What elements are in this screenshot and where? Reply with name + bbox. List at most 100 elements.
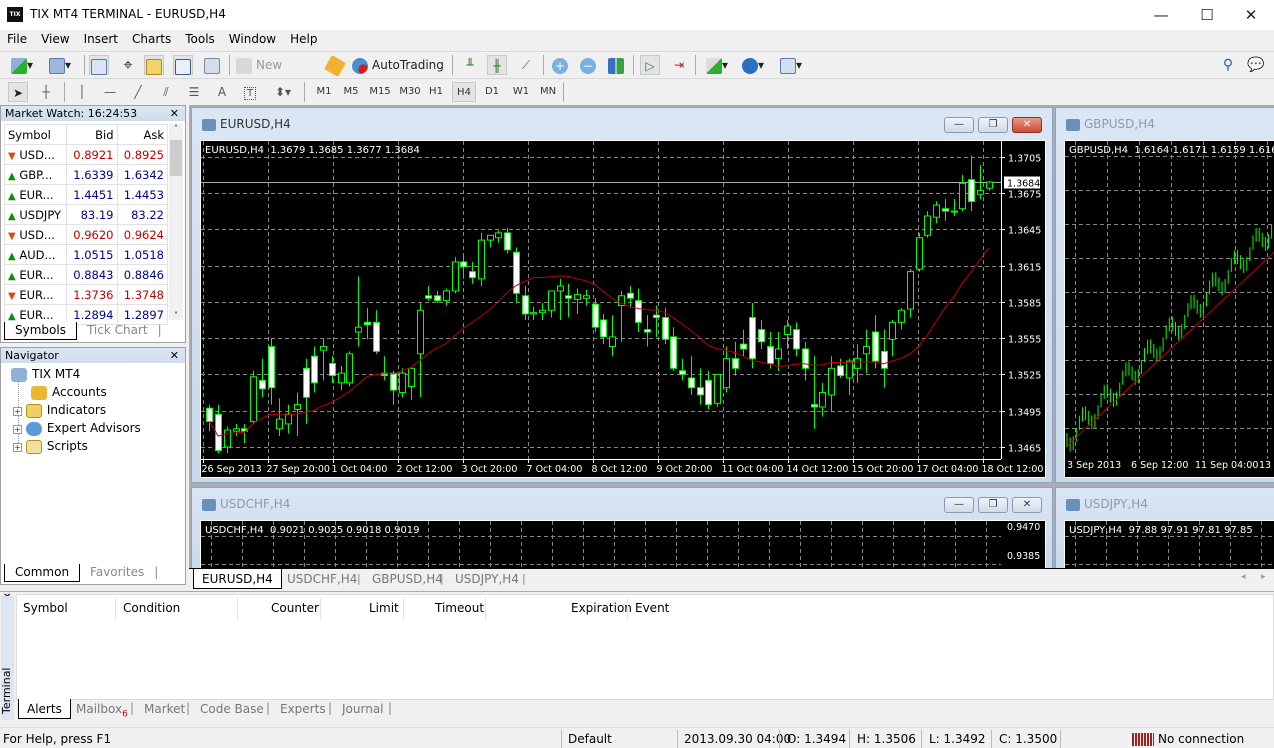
column-timeout[interactable]: Timeout: [435, 598, 484, 618]
column-symbol[interactable]: Symbol: [23, 598, 68, 618]
symbol-cell[interactable]: ▼ USD...: [4, 144, 67, 165]
zoom-in-button[interactable]: +: [550, 55, 570, 75]
expand-icon[interactable]: +: [13, 407, 22, 416]
chat-button[interactable]: 💬: [1246, 55, 1266, 75]
chart-shift-button[interactable]: ⇥: [669, 55, 689, 75]
trendline-tool[interactable]: ╱: [128, 82, 148, 102]
column-symbol[interactable]: Symbol: [4, 124, 67, 145]
horizontal-line-tool[interactable]: —: [100, 82, 120, 102]
market-watch-row[interactable]: ▲ EUR... 0.8843 0.8846: [4, 264, 168, 285]
tile-windows-button[interactable]: [606, 55, 626, 75]
timeframe-h4[interactable]: H4: [452, 82, 476, 102]
scroll-thumb[interactable]: [170, 140, 182, 176]
zoom-out-button[interactable]: −: [578, 55, 598, 75]
market-watch-row[interactable]: ▲ GBP... 1.6339 1.6342: [4, 164, 168, 185]
menu-charts[interactable]: Charts: [125, 30, 178, 50]
chart-tab-usdchf[interactable]: USDCHF,H4: [279, 569, 365, 589]
symbol-cell[interactable]: ▲ AUD...: [4, 244, 67, 265]
expand-icon[interactable]: +: [13, 443, 22, 452]
text-tool[interactable]: A: [212, 82, 232, 102]
column-counter[interactable]: Counter: [271, 598, 319, 618]
chart-restore-button[interactable]: ❐: [978, 497, 1008, 513]
menu-view[interactable]: View: [34, 30, 76, 50]
close-button[interactable]: ✕: [1228, 0, 1274, 30]
scroll-down-icon[interactable]: ˅: [169, 311, 183, 320]
maximize-button[interactable]: ☐: [1184, 0, 1230, 30]
chart-tab-gbpusd[interactable]: GBPUSD,H4: [364, 569, 451, 589]
terminal-tab-journal[interactable]: Journal: [334, 699, 392, 719]
new-chart-button[interactable]: ▾: [8, 55, 36, 75]
market-watch-scrollbar[interactable]: ˄ ˅: [169, 124, 183, 320]
timeframe-mn[interactable]: MN: [536, 82, 560, 102]
chart-close-button[interactable]: ✕: [1012, 497, 1042, 513]
terminal-tab-experts[interactable]: Experts: [272, 699, 334, 719]
tab-scroll-right-icon[interactable]: ▸: [1261, 572, 1266, 582]
indicators-button[interactable]: ▾: [703, 55, 731, 75]
timeframe-m1[interactable]: M1: [312, 82, 336, 102]
tab-scroll-left-icon[interactable]: ◂: [1241, 572, 1246, 582]
new-order-button[interactable]: New Order: [236, 55, 320, 92]
nav-item-indicators[interactable]: + Indicators: [13, 401, 106, 419]
metaeditor-button[interactable]: [324, 54, 346, 77]
periods-button[interactable]: ▾: [738, 55, 768, 75]
tab-tick-chart[interactable]: Tick Chart: [77, 322, 158, 340]
timeframe-m5[interactable]: M5: [339, 82, 363, 102]
menu-help[interactable]: Help: [283, 30, 324, 50]
symbol-cell[interactable]: ▲ EUR...: [4, 264, 67, 285]
text-label-tool[interactable]: T: [240, 82, 260, 102]
timeframe-d1[interactable]: D1: [481, 82, 503, 102]
expand-icon[interactable]: +: [13, 425, 22, 434]
market-watch-row[interactable]: ▼ EUR... 1.3736 1.3748: [4, 284, 168, 305]
chart-minimize-button[interactable]: —: [944, 497, 974, 513]
tab-common[interactable]: Common: [4, 564, 81, 582]
tab-favorites[interactable]: Favorites: [80, 564, 154, 582]
terminal-tab-mailbox[interactable]: Mailbox6: [68, 699, 136, 719]
timeframe-m30[interactable]: M30: [396, 82, 424, 102]
symbol-cell[interactable]: ▼ USD...: [4, 224, 67, 245]
nav-item-scripts[interactable]: + Scripts: [13, 437, 88, 455]
equidistant-channel-tool[interactable]: ⫽: [156, 82, 176, 102]
timeframe-w1[interactable]: W1: [509, 82, 533, 102]
symbol-cell[interactable]: ▲ GBP...: [4, 164, 67, 185]
line-chart-button[interactable]: ⟋: [516, 55, 536, 75]
symbol-cell[interactable]: ▼ EUR...: [4, 284, 67, 305]
market-watch-button[interactable]: [89, 55, 109, 75]
chart-window-usdchf[interactable]: USDCHF,H4 — ❐ ✕ USDCHF,H4 0.9021 0.9025 …: [191, 487, 1053, 580]
chart-close-button[interactable]: ✕: [1012, 117, 1042, 133]
crosshair-tool[interactable]: ┼: [36, 82, 56, 102]
terminal-tab-code-base[interactable]: Code Base: [192, 699, 272, 719]
profiles-button[interactable]: ▾: [46, 55, 74, 75]
eurusd-chart[interactable]: 26 Sep 2013 27 Sep 20:00 1 Oct 04:00 2 Oct …: [200, 140, 1046, 478]
scroll-up-icon[interactable]: ˄: [169, 124, 183, 133]
chart-tab-eurusd[interactable]: EURUSD,H4: [193, 569, 282, 589]
column-ask[interactable]: Ask: [116, 124, 168, 145]
close-icon[interactable]: ✕: [170, 348, 179, 363]
vertical-line-tool[interactable]: │: [72, 82, 92, 102]
nav-root[interactable]: TIX MT4: [11, 365, 80, 383]
cursor-tool[interactable]: ➤: [8, 82, 28, 102]
chart-restore-button[interactable]: ❐: [978, 117, 1008, 133]
status-connection[interactable]: No connection: [1158, 731, 1244, 748]
nav-item-expert-advisors[interactable]: + Expert Advisors: [13, 419, 141, 437]
market-watch-row[interactable]: ▲ USDJPY 83.19 83.22: [4, 204, 168, 225]
arrows-tool[interactable]: ⬍▾: [268, 82, 298, 102]
timeframe-h1[interactable]: H1: [425, 82, 447, 102]
column-limit[interactable]: Limit: [369, 598, 399, 618]
terminal-tab-market[interactable]: Market: [136, 699, 193, 719]
menu-insert[interactable]: Insert: [77, 30, 125, 50]
eurusd-candlestick-chart[interactable]: 26 Sep 2013 27 Sep 20:00 1 Oct 04:00 2 Oct …: [201, 141, 1045, 477]
autotrading-button[interactable]: AutoTrading: [352, 55, 444, 75]
column-bid[interactable]: Bid: [66, 124, 118, 145]
market-watch-row[interactable]: ▲ AUD... 1.0515 1.0518: [4, 244, 168, 265]
chart-window-eurusd[interactable]: EURUSD,H4 — ❐ ✕ 26 Sep 2013 27 Sep 20:00 1…: [191, 107, 1053, 483]
chart-tab-usdjpy[interactable]: USDJPY,H4: [447, 569, 527, 589]
menu-tools[interactable]: Tools: [178, 30, 222, 50]
chart-minimize-button[interactable]: —: [944, 117, 974, 133]
chart-window-gbpusd[interactable]: GBPUSD,H4 GBPUSD,H4 1.6164 1.6171 1.6159…: [1055, 107, 1274, 483]
timeframe-m15[interactable]: M15: [366, 82, 394, 102]
market-watch-row[interactable]: ▼ USD... 0.9620 0.9624: [4, 224, 168, 245]
symbol-cell[interactable]: ▲ USDJPY: [4, 204, 67, 225]
terminal-button[interactable]: [173, 55, 193, 75]
close-icon[interactable]: ✕: [170, 106, 179, 121]
data-window-button[interactable]: ⌖: [118, 55, 138, 75]
